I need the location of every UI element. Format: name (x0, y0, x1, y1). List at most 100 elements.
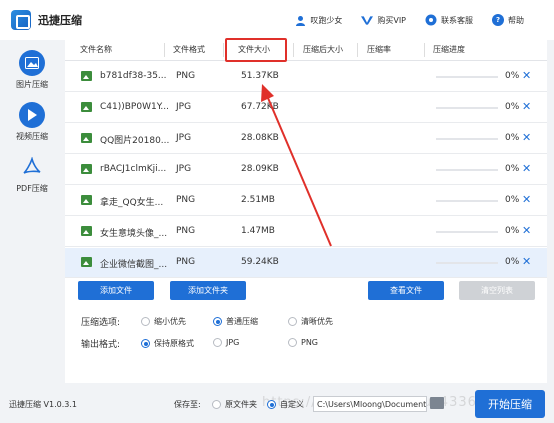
help-icon: ? (492, 14, 504, 26)
clear-list-button[interactable]: 清空列表 (459, 281, 535, 300)
add-folder-button[interactable]: 添加文件夹 (170, 281, 246, 300)
file-size: 1.47MB (241, 226, 275, 236)
table-row[interactable]: 女生意境头像_... PNG 1.47MB 0% ✕ (65, 217, 547, 247)
radio-keep-format[interactable]: 保持原格式 (141, 338, 194, 349)
column-divider (293, 43, 294, 57)
file-name: QQ图片20180... (100, 136, 170, 146)
image-file-icon (81, 164, 92, 174)
radio-button (213, 338, 222, 347)
version-label: 迅捷压缩 V1.0.3.1 (9, 400, 78, 409)
table-header: 文件名称 文件格式 文件大小 压缩后大小 压缩率 压缩进度 (65, 38, 547, 62)
sidebar-item-label: PDF压缩 (16, 184, 48, 193)
file-format: JPG (176, 133, 192, 143)
remove-icon[interactable]: ✕ (522, 162, 531, 175)
table-row[interactable]: b781df38-35... PNG 51.37KB 0% ✕ (65, 62, 547, 92)
table-row[interactable]: C41))BP0W1Y... JPG 67.72KB 0% ✕ (65, 93, 547, 123)
sidebar-item-pdf-compress[interactable]: PDF压缩 (0, 154, 64, 194)
user-icon (294, 14, 306, 26)
radio-clarity-first[interactable]: 清晰优先 (288, 316, 333, 327)
progress-percent: 0% (505, 257, 520, 267)
image-icon (19, 50, 45, 76)
file-size: 28.09KB (241, 164, 279, 174)
file-size: 28.08KB (241, 133, 279, 143)
browse-folder-icon[interactable] (430, 397, 444, 409)
footer-bar: 迅捷压缩 V1.0.3.1 https://blog.csdn.net/u_43… (0, 383, 554, 423)
radio-custom-folder[interactable]: 自定义 (267, 399, 304, 410)
progress-percent: 0% (505, 226, 520, 236)
progress-percent: 0% (505, 133, 520, 143)
view-file-button[interactable]: 查看文件 (368, 281, 444, 300)
help-label: 帮助 (508, 15, 524, 25)
image-file-icon (81, 257, 92, 267)
start-compress-button[interactable]: 开始压缩 (475, 390, 545, 418)
column-divider (424, 43, 425, 57)
progress-percent: 0% (505, 164, 520, 174)
help-button[interactable]: ? 帮助 (492, 14, 524, 26)
file-format: JPG (176, 164, 192, 174)
remove-icon[interactable]: ✕ (522, 69, 531, 82)
table-row[interactable]: rBACJ1clmKji... JPG 28.09KB 0% ✕ (65, 155, 547, 185)
progress-percent: 0% (505, 102, 520, 112)
add-file-button[interactable]: 添加文件 (78, 281, 154, 300)
table-row[interactable]: 拿走_QQ女生... PNG 2.51MB 0% ✕ (65, 186, 547, 216)
radio-normal-compress[interactable]: 普通压缩 (213, 316, 258, 327)
radio-smaller-first[interactable]: 缩小优先 (141, 316, 186, 327)
radio-label: 普通压缩 (226, 317, 258, 326)
contact-support-button[interactable]: 联系客服 (425, 14, 473, 26)
progress-bar (436, 107, 498, 109)
sidebar-item-video-compress[interactable]: 视频压缩 (0, 102, 64, 142)
column-header-format[interactable]: 文件格式 (173, 44, 205, 55)
radio-label: 保持原格式 (154, 339, 194, 348)
radio-original-folder[interactable]: 原文件夹 (212, 399, 257, 410)
radio-button-selected (213, 317, 222, 326)
radio-button (141, 317, 150, 326)
file-size: 67.72KB (241, 102, 279, 112)
output-format-label: 输出格式: (81, 340, 121, 350)
user-name: 叹跑少女 (310, 15, 343, 25)
file-format: PNG (176, 71, 196, 81)
radio-button (288, 317, 297, 326)
remove-icon[interactable]: ✕ (522, 131, 531, 144)
remove-icon[interactable]: ✕ (522, 224, 531, 237)
radio-png[interactable]: PNG (288, 338, 318, 347)
progress-bar (436, 231, 498, 233)
file-name: 拿走_QQ女生... (100, 198, 164, 208)
play-icon (19, 102, 45, 128)
sidebar-item-image-compress[interactable]: 图片压缩 (0, 50, 64, 90)
progress-bar (436, 262, 498, 264)
sidebar-item-label: 视频压缩 (16, 132, 48, 141)
main-panel: 文件名称 文件格式 文件大小 压缩后大小 压缩率 压缩进度 b781df38-3… (65, 38, 547, 383)
column-divider (223, 43, 224, 57)
file-size: 51.37KB (241, 71, 279, 81)
save-to-label: 保存至: (174, 400, 201, 409)
save-path-field[interactable]: C:\Users\Mloong\Documents (313, 396, 427, 412)
remove-icon[interactable]: ✕ (522, 255, 531, 268)
column-header-compressed-size[interactable]: 压缩后大小 (303, 44, 343, 55)
remove-icon[interactable]: ✕ (522, 100, 531, 113)
remove-icon[interactable]: ✕ (522, 193, 531, 206)
buy-vip-button[interactable]: 购买VIP (361, 14, 406, 26)
progress-percent: 0% (505, 71, 520, 81)
radio-button-selected (267, 400, 276, 409)
radio-label: 原文件夹 (225, 400, 257, 409)
user-account-button[interactable]: 叹跑少女 (294, 14, 342, 26)
column-header-progress[interactable]: 压缩进度 (433, 44, 465, 55)
radio-button-selected (141, 339, 150, 348)
column-divider (357, 43, 358, 57)
progress-bar (436, 138, 498, 140)
column-header-name[interactable]: 文件名称 (80, 44, 112, 55)
table-row[interactable]: QQ图片20180... JPG 28.08KB 0% ✕ (65, 124, 547, 154)
radio-jpg[interactable]: JPG (213, 338, 239, 347)
radio-button (288, 338, 297, 347)
top-actions: 叹跑少女 购买VIP 联系客服 ? 帮助 (294, 0, 524, 40)
file-name: C41))BP0W1Y... (100, 102, 169, 112)
image-file-icon (81, 133, 92, 143)
radio-label: JPG (226, 338, 240, 347)
table-row[interactable]: 企业微信截图_... PNG 59.24KB 0% ✕ (65, 248, 547, 278)
support-icon (425, 14, 437, 26)
app-brand: 迅捷压缩 (11, 10, 82, 30)
buy-vip-label: 购买VIP (377, 15, 406, 25)
column-divider (164, 43, 165, 57)
column-header-ratio[interactable]: 压缩率 (367, 44, 391, 55)
radio-label: 自定义 (280, 400, 304, 409)
